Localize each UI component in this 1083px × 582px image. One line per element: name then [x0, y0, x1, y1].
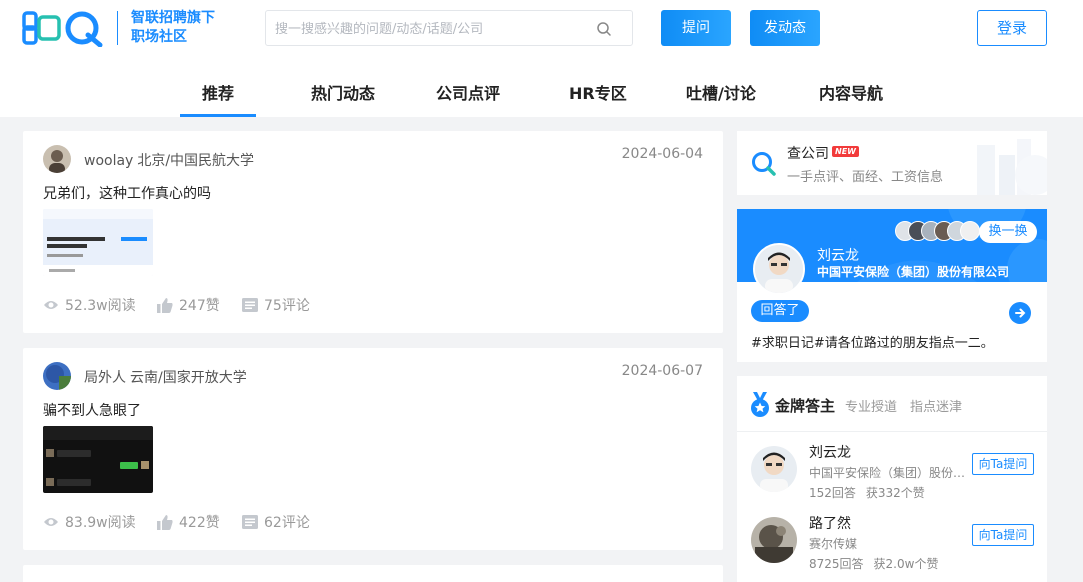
- logo-divider: [117, 11, 118, 45]
- ask-ta-button[interactable]: 向Ta提问: [972, 453, 1034, 475]
- feed-card[interactable]: 局外人 云南/国家开放大学 2024-06-07 骗不到人急眼了 83.9w阅读 …: [23, 348, 723, 550]
- avatar[interactable]: [43, 362, 71, 390]
- login-button[interactable]: 登录: [977, 10, 1047, 46]
- likes-count: 获2.0w个赞: [873, 557, 939, 571]
- comment-button[interactable]: 75评论: [242, 295, 310, 315]
- views-count: 52.3w阅读: [65, 298, 136, 314]
- views-stat: 52.3w阅读: [43, 295, 136, 315]
- answerer-name[interactable]: 刘云龙: [809, 442, 851, 462]
- tab-recommend[interactable]: 推荐: [179, 80, 257, 117]
- author-name[interactable]: 局外人: [84, 370, 126, 386]
- new-badge: NEW: [832, 146, 859, 157]
- expert-company: 中国平安保险（集团）股份有限公司: [817, 265, 1010, 279]
- tab-discussion[interactable]: 吐槽/讨论: [686, 80, 756, 117]
- post-date: 2024-06-04: [621, 146, 703, 162]
- like-button[interactable]: 422赞: [157, 512, 220, 532]
- author-school: 云南/国家开放大学: [130, 370, 247, 386]
- expert-avatar[interactable]: [753, 243, 805, 295]
- swap-button[interactable]: 换一换: [979, 221, 1037, 243]
- search-input[interactable]: [275, 19, 585, 39]
- eye-icon: [44, 518, 58, 526]
- likes-count: 获332个赞: [865, 486, 925, 500]
- author-info[interactable]: 局外人 云南/国家开放大学: [84, 367, 247, 387]
- list-item: 刘云龙 中国平安保险（集团）股份有限公司 152回答获332个赞 向Ta提问: [737, 438, 1047, 508]
- slogan-line1: 智联招聘旗下: [131, 10, 215, 26]
- list-item: 路了然 赛尔传媒 8725回答 获2.0w个赞 向Ta提问: [737, 509, 1047, 579]
- author-info[interactable]: woolay 北京/中国民航大学: [84, 150, 254, 170]
- ask-ta-button[interactable]: 向Ta提问: [972, 524, 1034, 546]
- like-button[interactable]: 247赞: [157, 295, 220, 315]
- post-date: 2024-06-07: [621, 363, 703, 379]
- author-school: 北京/中国民航大学: [137, 153, 255, 169]
- comment-icon: [242, 515, 258, 529]
- feed-card[interactable]: [23, 565, 723, 582]
- search-box: [265, 10, 633, 46]
- answerer-company: 中国平安保险（集团）股份有限公司: [809, 466, 969, 480]
- company-lookup-card[interactable]: 查公司 NEW 一手点评、面经、工资信息: [737, 131, 1047, 195]
- comment-button[interactable]: 62评论: [242, 512, 310, 532]
- mini-avatar: [960, 221, 980, 241]
- avatar[interactable]: [751, 517, 797, 563]
- expert-answer-card[interactable]: 换一换 刘云龙 中国平安保险（集团）股份有限公司 回答了 #求职日记#请各位路过…: [737, 209, 1047, 362]
- expert-name[interactable]: 刘云龙: [817, 245, 859, 265]
- tab-hot[interactable]: 热门动态: [311, 80, 375, 117]
- post-image[interactable]: [43, 209, 153, 276]
- company-lookup-title[interactable]: 查公司: [787, 143, 829, 163]
- arrow-right-icon[interactable]: [1009, 302, 1031, 324]
- feed-card[interactable]: woolay 北京/中国民航大学 2024-06-04 兄弟们，这种工作真心的吗 …: [23, 131, 723, 333]
- gold-answerers-card: 金牌答主 专业授道 指点迷津 刘云龙 中国平安保险（集团）股份有限公司 152回…: [737, 376, 1047, 582]
- avatar[interactable]: [43, 145, 71, 173]
- site-logo[interactable]: [22, 9, 104, 47]
- slogan: 智联招聘旗下 职场社区: [131, 9, 215, 47]
- likes-count: 422赞: [179, 515, 220, 531]
- slogan-line2: 职场社区: [131, 29, 187, 45]
- comment-icon: [242, 298, 258, 312]
- author-name[interactable]: woolay: [84, 153, 133, 169]
- top-header: 智联招聘旗下 职场社区 提问 发动态 登录 推荐 热门动态 公司点评 HR专区 …: [0, 0, 1083, 117]
- answers-count: 8725回答: [809, 557, 864, 571]
- views-count: 83.9w阅读: [65, 515, 136, 531]
- main-nav: 推荐 热门动态 公司点评 HR专区 吐槽/讨论 内容导航: [0, 64, 1083, 117]
- thumbs-up-icon: [157, 514, 173, 530]
- thumbs-up-icon: [157, 297, 173, 313]
- eye-icon: [44, 301, 58, 309]
- gold-answerers-title: 金牌答主: [775, 397, 836, 415]
- medal-icon: [751, 392, 769, 417]
- buildings-illustration: [977, 139, 1047, 195]
- answerer-name[interactable]: 路了然: [809, 513, 851, 533]
- tab-content-nav[interactable]: 内容导航: [819, 80, 883, 117]
- comments-count: 75评论: [264, 298, 310, 314]
- likes-count: 247赞: [179, 298, 220, 314]
- answerer-stats: 8725回答 获2.0w个赞: [809, 555, 938, 572]
- answerer-stats: 152回答 获332个赞: [809, 484, 925, 501]
- company-lookup-subtitle: 一手点评、面经、工资信息: [787, 170, 944, 185]
- ask-button[interactable]: 提问: [661, 10, 731, 46]
- answered-badge: 回答了: [751, 300, 809, 322]
- answerer-company: 赛尔传媒: [809, 537, 858, 551]
- post-text[interactable]: 骗不到人急眼了: [43, 400, 141, 420]
- post-image[interactable]: [43, 426, 153, 493]
- answered-question[interactable]: #求职日记#请各位路过的朋友指点一二。: [751, 332, 994, 351]
- views-stat: 83.9w阅读: [43, 512, 136, 532]
- divider: [737, 431, 1047, 432]
- avatar[interactable]: [751, 446, 797, 492]
- gold-tag: 专业授道: [845, 400, 898, 415]
- post-button[interactable]: 发动态: [750, 10, 820, 46]
- tab-hr-zone[interactable]: HR专区: [569, 80, 627, 117]
- comments-count: 62评论: [264, 515, 310, 531]
- tab-company-review[interactable]: 公司点评: [436, 80, 500, 117]
- gold-tag: 指点迷津: [910, 400, 963, 415]
- search-company-icon: [752, 152, 776, 176]
- post-text[interactable]: 兄弟们，这种工作真心的吗: [43, 183, 211, 203]
- answers-count: 152回答: [809, 486, 856, 500]
- search-icon[interactable]: [596, 21, 612, 37]
